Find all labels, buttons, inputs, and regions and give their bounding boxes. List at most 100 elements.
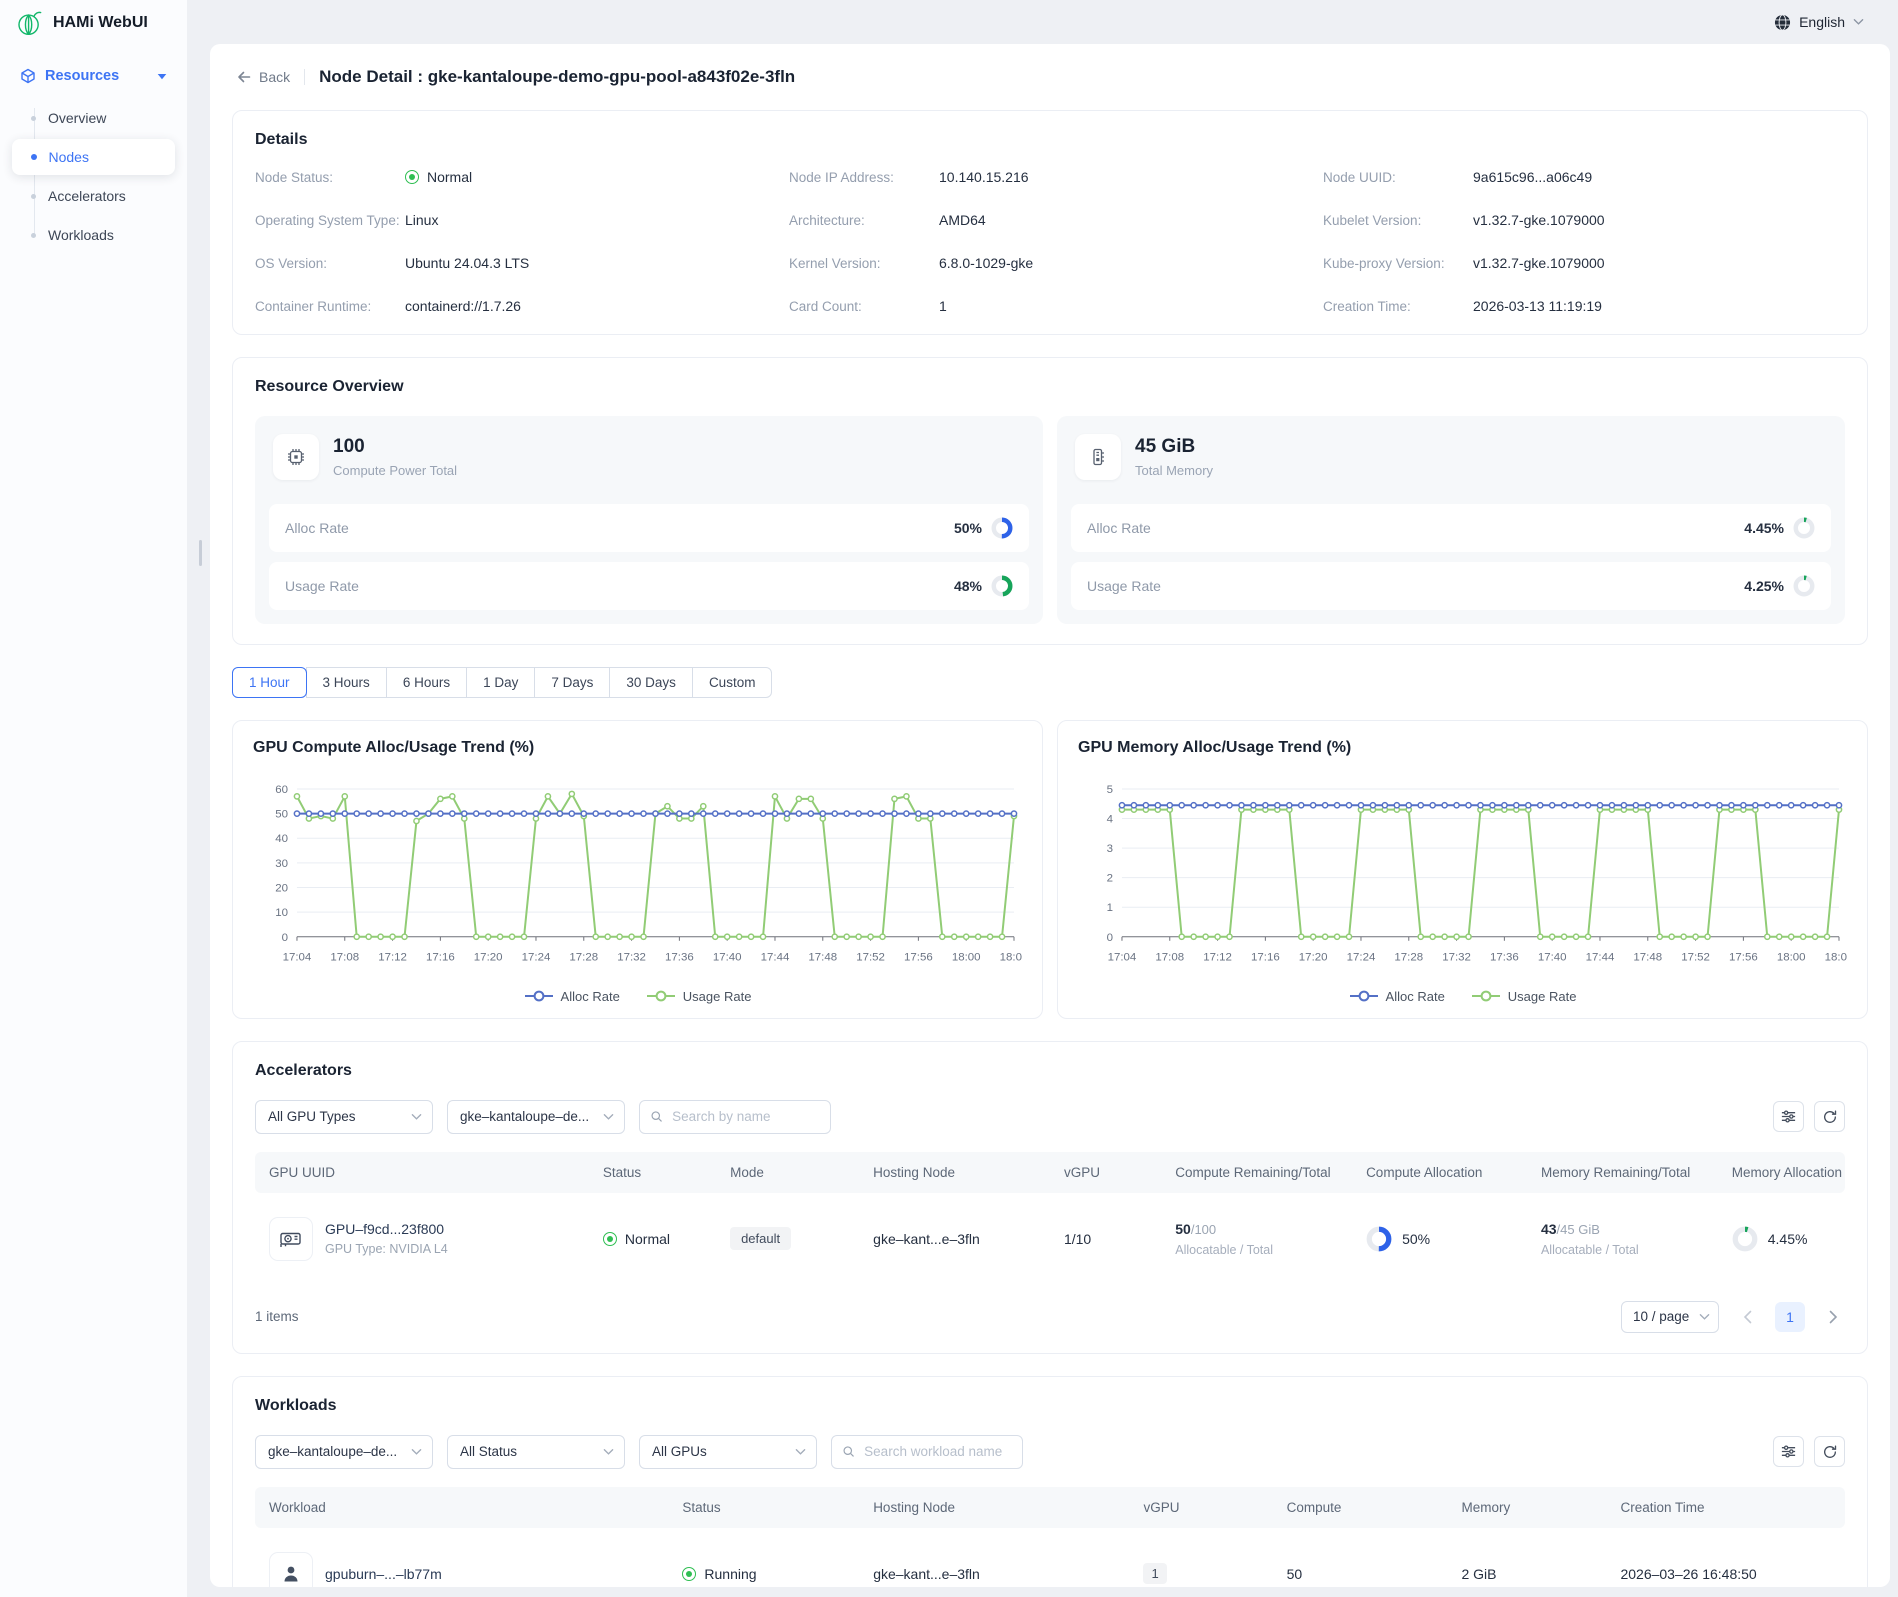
chevron-down-icon bbox=[411, 1448, 422, 1456]
memory-icon bbox=[1075, 434, 1121, 480]
workloads-card: Workloads gke–kantaloupe–de... All Statu… bbox=[232, 1376, 1868, 1587]
accelerators-table: GPU UUID Status Mode Hosting Node vGPU C… bbox=[255, 1152, 1845, 1285]
detail-field: Architecture:AMD64 bbox=[789, 212, 1311, 228]
mode-tag: default bbox=[730, 1227, 791, 1250]
svg-text:17:12: 17:12 bbox=[1203, 952, 1232, 964]
column-settings-button[interactable] bbox=[1773, 1436, 1804, 1467]
table-header-row: Workload Status Hosting Node vGPU Comput… bbox=[255, 1487, 1845, 1528]
details-title: Details bbox=[255, 131, 1845, 149]
details-card: Details Node Status:Normal Node IP Addre… bbox=[232, 110, 1868, 335]
refresh-icon bbox=[1822, 1109, 1838, 1125]
globe-icon bbox=[1774, 14, 1791, 31]
legend-alloc-rate[interactable]: Alloc Rate bbox=[1349, 989, 1445, 1004]
sliders-icon bbox=[1780, 1443, 1797, 1460]
caret-down-icon bbox=[157, 73, 167, 80]
detail-field: Card Count:1 bbox=[789, 298, 1311, 314]
refresh-button[interactable] bbox=[1814, 1101, 1845, 1132]
brand[interactable]: HAMi WebUI bbox=[0, 0, 187, 46]
sidebar-item-label: Accelerators bbox=[48, 188, 126, 204]
prev-page-button[interactable] bbox=[1735, 1305, 1759, 1329]
time-range-6-hours[interactable]: 6 Hours bbox=[386, 667, 467, 698]
svg-text:10: 10 bbox=[275, 907, 288, 919]
legend-usage-rate[interactable]: Usage Rate bbox=[646, 989, 752, 1004]
resources-cube-icon bbox=[20, 68, 36, 84]
sidebar-item-accelerators[interactable]: Accelerators bbox=[12, 178, 175, 214]
workload-node-select[interactable]: gke–kantaloupe–de... bbox=[255, 1435, 433, 1469]
detail-field: Kube-proxy Version:v1.32.7-gke.1079000 bbox=[1323, 255, 1845, 271]
workload-name[interactable]: gpuburn–...–lb77m bbox=[325, 1566, 442, 1582]
status-label: Running bbox=[704, 1566, 756, 1582]
brand-name: HAMi WebUI bbox=[53, 14, 148, 32]
sidebar-item-nodes[interactable]: Nodes bbox=[12, 139, 175, 175]
bullet-icon bbox=[31, 194, 36, 199]
detail-field: OS Version:Ubuntu 24.04.3 LTS bbox=[255, 255, 777, 271]
creation-time: 2026–03–26 16:48:50 bbox=[1620, 1566, 1756, 1582]
time-range-custom[interactable]: Custom bbox=[692, 667, 773, 698]
chip-icon bbox=[273, 434, 319, 480]
sidebar-item-workloads[interactable]: Workloads bbox=[12, 217, 175, 253]
svg-text:17:40: 17:40 bbox=[1538, 952, 1567, 964]
compute-power-card: 100 Compute Power Total Alloc Rate 50% U… bbox=[255, 416, 1043, 624]
svg-text:17:20: 17:20 bbox=[1299, 952, 1328, 964]
time-range-3-hours[interactable]: 3 Hours bbox=[306, 667, 387, 698]
items-count: 1 items bbox=[255, 1309, 299, 1324]
svg-text:1: 1 bbox=[1107, 902, 1113, 914]
compute-value: 50 bbox=[1287, 1566, 1303, 1582]
page-number-1[interactable]: 1 bbox=[1775, 1302, 1805, 1332]
svg-text:17:04: 17:04 bbox=[283, 952, 312, 964]
gpu-uuid[interactable]: GPU–f9cd...23f800 bbox=[325, 1221, 448, 1237]
accelerators-title: Accelerators bbox=[255, 1062, 1845, 1080]
workload-status-select[interactable]: All Status bbox=[447, 1435, 625, 1469]
time-range-1-day[interactable]: 1 Day bbox=[466, 667, 535, 698]
svg-text:17:16: 17:16 bbox=[1251, 952, 1280, 964]
next-page-button[interactable] bbox=[1821, 1305, 1845, 1329]
refresh-icon bbox=[1822, 1444, 1838, 1460]
svg-text:40: 40 bbox=[275, 833, 288, 845]
svg-text:17:56: 17:56 bbox=[904, 952, 933, 964]
accelerators-card: Accelerators All GPU Types gke–kantaloup… bbox=[232, 1041, 1868, 1354]
svg-text:17:48: 17:48 bbox=[1633, 952, 1662, 964]
sidebar-resize-handle[interactable] bbox=[199, 540, 202, 566]
node-select[interactable]: gke–kantaloupe–de... bbox=[447, 1100, 625, 1134]
table-header-row: GPU UUID Status Mode Hosting Node vGPU C… bbox=[255, 1152, 1845, 1193]
topbar: English bbox=[210, 0, 1898, 44]
svg-text:17:16: 17:16 bbox=[426, 952, 455, 964]
accelerator-search-input[interactable] bbox=[670, 1108, 820, 1125]
sidebar-menu: Resources Overview Nodes Accelerators Wo… bbox=[0, 46, 187, 253]
back-button[interactable]: Back bbox=[236, 69, 290, 85]
main-panel: Back Node Detail : gke-kantaloupe-demo-g… bbox=[210, 44, 1890, 1587]
page-size-select[interactable]: 10 / page bbox=[1621, 1301, 1719, 1333]
memory-total-label: Total Memory bbox=[1135, 463, 1213, 478]
detail-field: Operating System Type:Linux bbox=[255, 212, 777, 228]
chevron-down-icon bbox=[603, 1113, 614, 1121]
workload-gpus-select[interactable]: All GPUs bbox=[639, 1435, 817, 1469]
chart-legend: Alloc Rate Usage Rate bbox=[1078, 983, 1847, 1008]
legend-usage-rate[interactable]: Usage Rate bbox=[1471, 989, 1577, 1004]
svg-text:17:28: 17:28 bbox=[569, 952, 598, 964]
refresh-button[interactable] bbox=[1814, 1436, 1845, 1467]
svg-text:17:48: 17:48 bbox=[808, 952, 837, 964]
time-range-30-days[interactable]: 30 Days bbox=[609, 667, 693, 698]
workload-search-input[interactable] bbox=[862, 1443, 1012, 1460]
legend-alloc-rate[interactable]: Alloc Rate bbox=[524, 989, 620, 1004]
language-selector[interactable]: English bbox=[1774, 14, 1864, 31]
back-label: Back bbox=[259, 69, 290, 85]
gpu-card-icon bbox=[269, 1217, 313, 1261]
table-row[interactable]: gpuburn–...–lb77m Running gke–kant...e–3… bbox=[255, 1528, 1845, 1587]
svg-text:17:36: 17:36 bbox=[665, 952, 694, 964]
sidebar-item-overview[interactable]: Overview bbox=[12, 100, 175, 136]
time-range-7-days[interactable]: 7 Days bbox=[534, 667, 610, 698]
chevron-down-icon bbox=[411, 1113, 422, 1121]
column-settings-button[interactable] bbox=[1773, 1101, 1804, 1132]
gpu-type-select[interactable]: All GPU Types bbox=[255, 1100, 433, 1134]
svg-text:18:04: 18:04 bbox=[1000, 952, 1022, 964]
chart-title: GPU Compute Alloc/Usage Trend (%) bbox=[253, 739, 1022, 757]
sidebar-section-resources[interactable]: Resources bbox=[12, 62, 175, 90]
detail-field: Creation Time:2026-03-13 11:19:19 bbox=[1323, 298, 1845, 314]
language-label: English bbox=[1799, 14, 1845, 30]
svg-text:17:28: 17:28 bbox=[1394, 952, 1423, 964]
time-range-1-hour[interactable]: 1 Hour bbox=[232, 667, 307, 698]
workload-pod-icon bbox=[269, 1552, 313, 1587]
memory-value: 2 GiB bbox=[1461, 1566, 1496, 1582]
table-row[interactable]: GPU–f9cd...23f800 GPU Type: NVIDIA L4 No… bbox=[255, 1193, 1845, 1285]
